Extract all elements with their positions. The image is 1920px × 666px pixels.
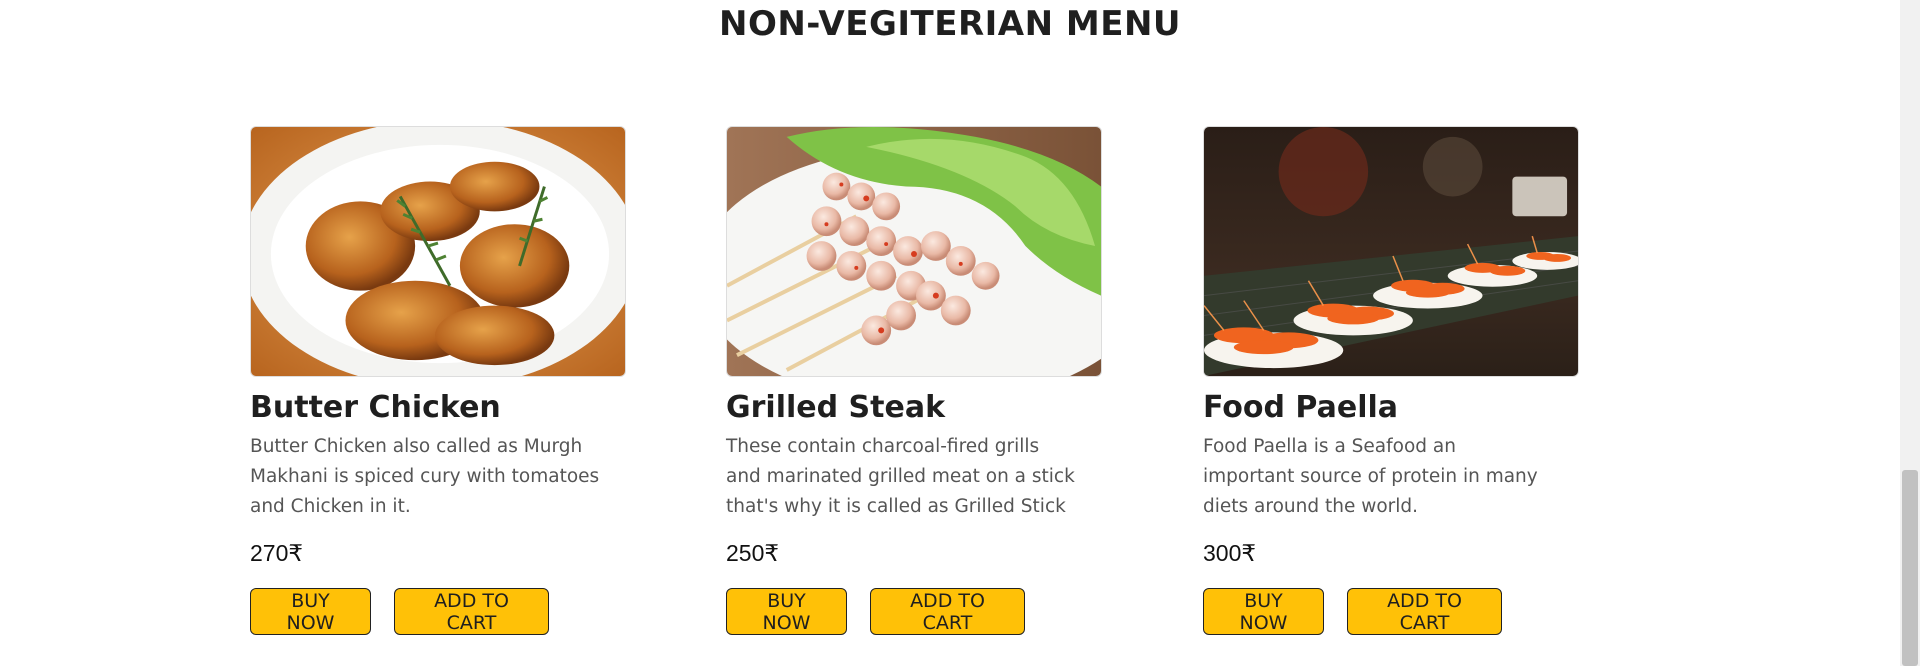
- menu-card-butter-chicken: Butter Chicken Butter Chicken also calle…: [250, 126, 626, 635]
- card-actions: BUY NOW ADD TO CART: [726, 588, 1025, 635]
- card-actions: BUY NOW ADD TO CART: [1203, 588, 1502, 635]
- vertical-scrollbar[interactable]: [1900, 0, 1920, 666]
- card-actions: BUY NOW ADD TO CART: [250, 588, 549, 635]
- menu-card-food-paella: Food Paella Food Paella is a Seafood an …: [1203, 126, 1579, 635]
- item-name: Food Paella: [1203, 390, 1398, 425]
- page-title: NON-VEGITERIAN MENU: [718, 4, 1182, 44]
- item-price: 250₹: [726, 539, 780, 566]
- buy-now-button[interactable]: BUY NOW: [250, 588, 371, 635]
- food-paella-image: [1203, 126, 1579, 377]
- add-to-cart-button[interactable]: ADD TO CART: [1347, 588, 1502, 635]
- scrollbar-thumb[interactable]: [1902, 470, 1918, 666]
- grilled-steak-image: [726, 126, 1102, 377]
- item-description: Food Paella is a Seafood an important so…: [1203, 435, 1538, 517]
- item-description: These contain charcoal-fired grills and …: [726, 435, 1075, 517]
- add-to-cart-button[interactable]: ADD TO CART: [870, 588, 1025, 635]
- menu-page: NON-VEGITERIAN MENU Butter Chicken Butte…: [0, 0, 1920, 666]
- item-description: Butter Chicken also called as Murgh Makh…: [250, 435, 600, 517]
- item-price: 270₹: [250, 539, 304, 566]
- add-to-cart-button[interactable]: ADD TO CART: [394, 588, 549, 635]
- buy-now-button[interactable]: BUY NOW: [726, 588, 847, 635]
- item-name: Grilled Steak: [726, 390, 946, 425]
- buy-now-button[interactable]: BUY NOW: [1203, 588, 1324, 635]
- item-price: 300₹: [1203, 539, 1257, 566]
- butter-chicken-image: [250, 126, 626, 377]
- item-name: Butter Chicken: [250, 390, 501, 425]
- menu-card-grilled-steak: Grilled Steak These contain charcoal-fir…: [726, 126, 1102, 635]
